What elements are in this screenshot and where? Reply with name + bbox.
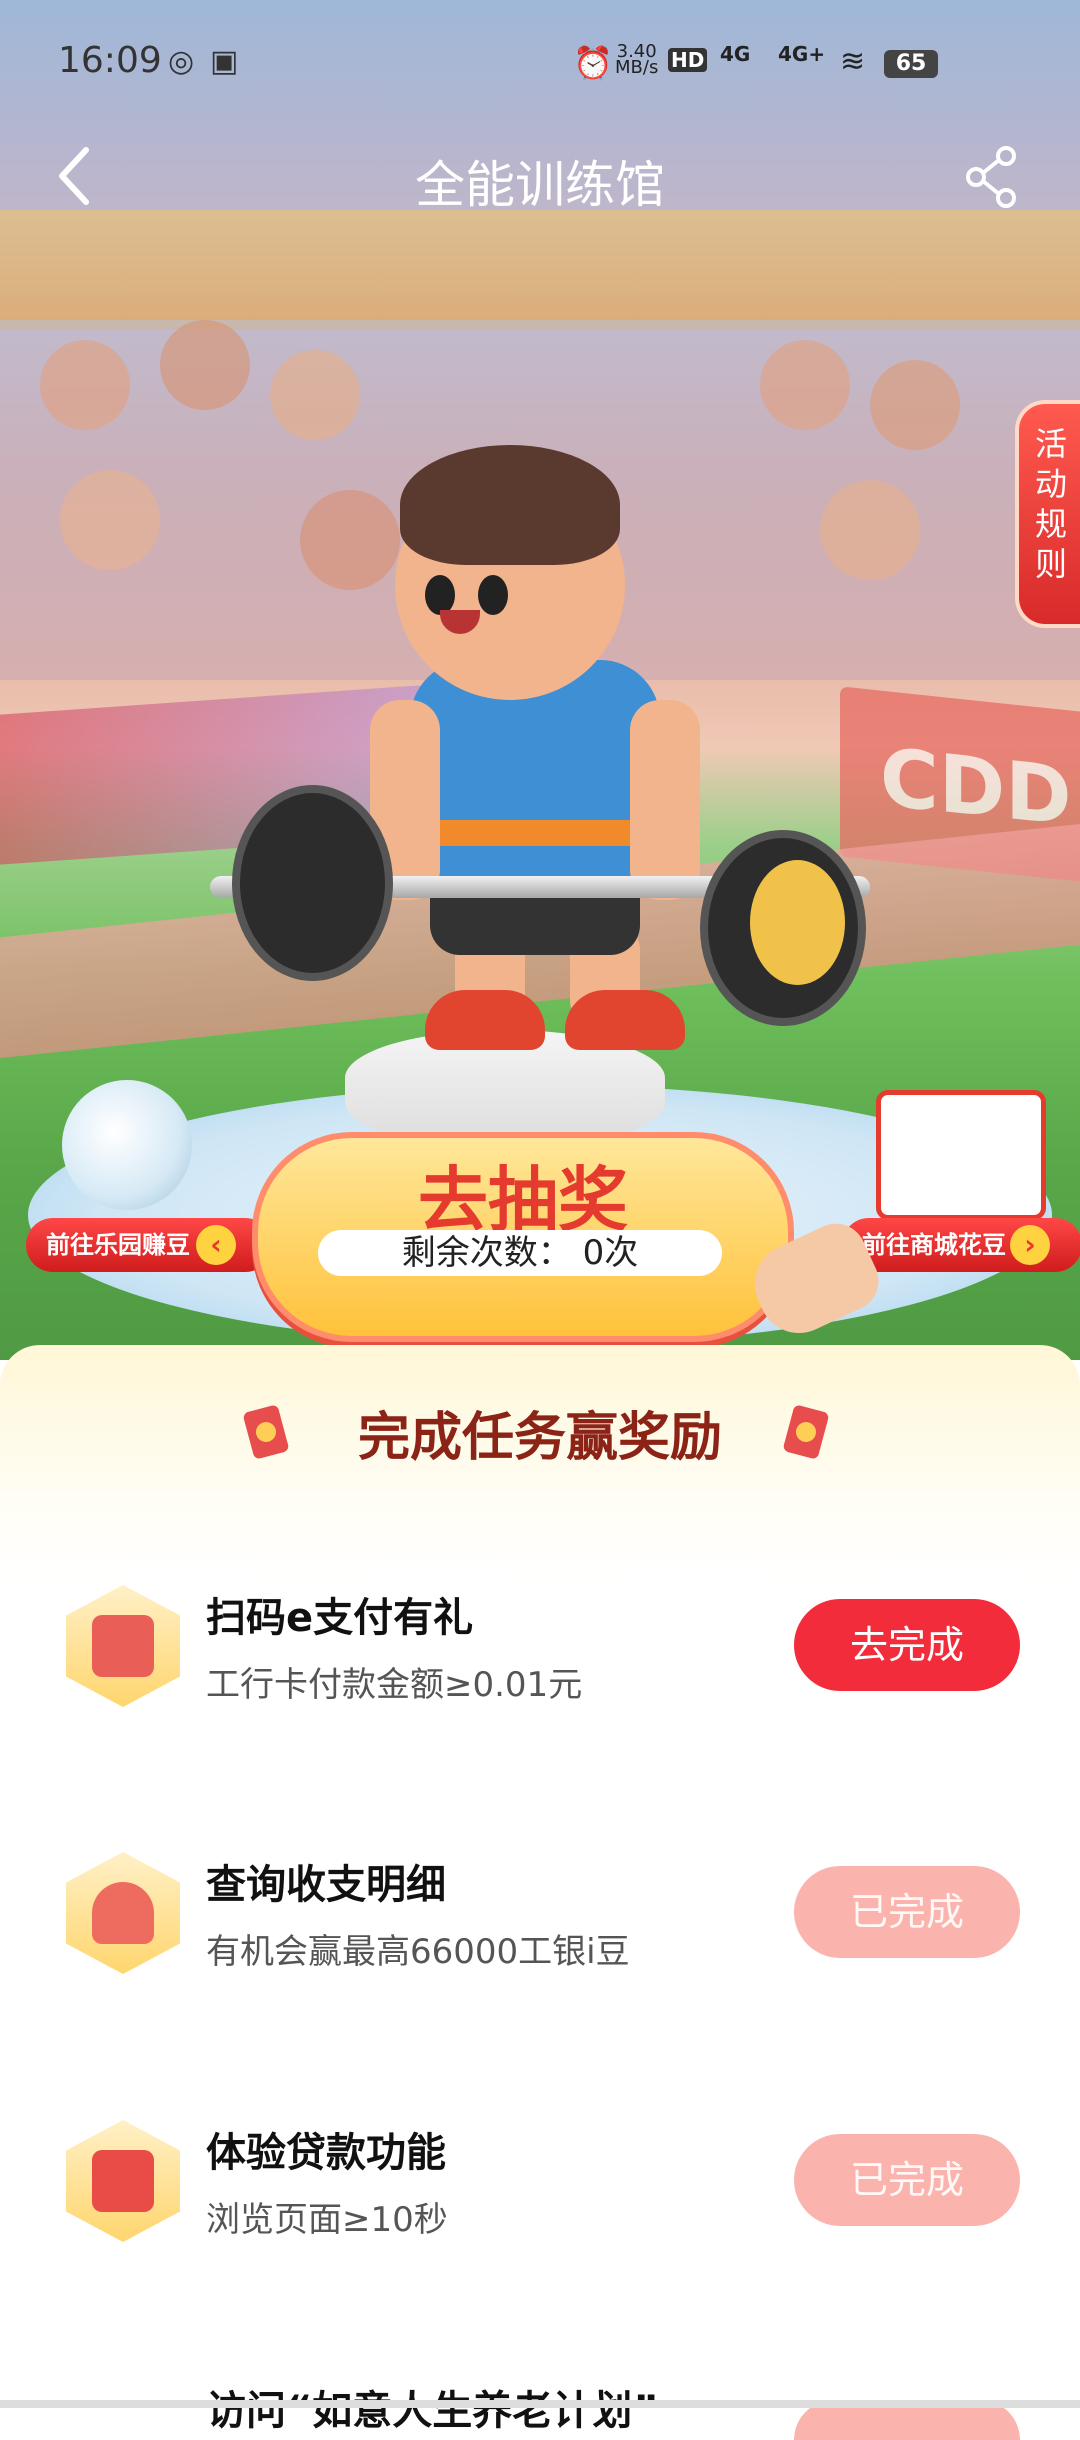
- net-speed: 3.40 MB/s: [615, 41, 659, 78]
- arrow-left-icon: ‹: [196, 1225, 236, 1265]
- go-earn-beans-button[interactable]: 前往乐园赚豆 ‹: [26, 1218, 272, 1272]
- task-desc: 有机会赢最高66000工银i豆: [206, 1932, 630, 1972]
- task-row: 体验贷款功能 浏览页面≥10秒 已完成: [0, 2120, 1080, 2320]
- remaining-count-value: 0次: [582, 1233, 639, 1273]
- task-done-button[interactable]: 已完成: [794, 1866, 1020, 1958]
- task-row: 查询收支明细 有机会赢最高66000工银i豆 已完成: [0, 1852, 1080, 2052]
- signal-4g-icon: 4G: [720, 42, 751, 66]
- activity-rules-tab[interactable]: 活动规则: [1015, 400, 1080, 628]
- go-spend-beans-label: 前往商城花豆: [862, 1231, 1006, 1259]
- task-name: 扫码e支付有礼: [206, 1595, 474, 1641]
- task-desc: 浏览页面≥10秒: [206, 2200, 448, 2240]
- task-row-partial: 访问“如意人生养老计划”: [0, 2378, 1080, 2440]
- task-go-button[interactable]: 去完成: [794, 1599, 1020, 1691]
- task-row: 扫码e支付有礼 工行卡付款金额≥0.01元 去完成: [0, 1585, 1080, 1785]
- app-notification-icon: ◎: [168, 44, 195, 79]
- task-name: 体验贷款功能: [206, 2130, 446, 2176]
- calendar-notification-icon: ▣: [210, 44, 239, 79]
- activity-rules-label: 活动规则: [1034, 425, 1067, 583]
- gift-egg-illustration: [62, 1080, 192, 1210]
- chart-icon: [66, 1852, 180, 1974]
- go-earn-beans-label: 前往乐园赚豆: [46, 1231, 190, 1259]
- share-button[interactable]: [962, 142, 1022, 212]
- status-time: 16:09: [58, 40, 162, 81]
- stadium-stand: [0, 210, 1080, 330]
- clipboard-icon: [66, 2120, 180, 2242]
- battery-indicator: 65: [884, 50, 938, 78]
- task-section-title: 完成任务赢奖励: [357, 1408, 722, 1468]
- go-spend-beans-button[interactable]: 前往商城花豆 ›: [842, 1218, 1080, 1272]
- page-title: 全能训练馆: [415, 156, 665, 214]
- task-name: 查询收支明细: [206, 1862, 446, 1908]
- alarm-icon: ⏰: [573, 44, 613, 82]
- task-desc: 工行卡付款金额≥0.01元: [206, 1665, 583, 1705]
- signal-4g-plus-icon: 4G+: [778, 42, 826, 66]
- status-bar: 16:09 ◎ ▣ ⏰ 3.40 MB/s HD 4G 4G+ ≋ 65: [0, 0, 1080, 120]
- remaining-count-label: 剩余次数：: [401, 1233, 572, 1273]
- shop-gift-illustration: [876, 1090, 1046, 1220]
- lottery-button[interactable]: 去抽奖 剩余次数： 0次: [252, 1132, 794, 1342]
- arrow-right-icon: ›: [1010, 1225, 1050, 1265]
- hd-icon: HD: [668, 48, 708, 72]
- wifi-icon: ≋: [840, 44, 866, 79]
- remaining-count: 剩余次数： 0次: [318, 1230, 722, 1276]
- home-indicator: [0, 2400, 1080, 2408]
- task-done-button[interactable]: 已完成: [794, 2134, 1020, 2226]
- book-icon: [66, 1585, 180, 1707]
- character-hair: [400, 445, 620, 565]
- share-icon: [966, 146, 1016, 208]
